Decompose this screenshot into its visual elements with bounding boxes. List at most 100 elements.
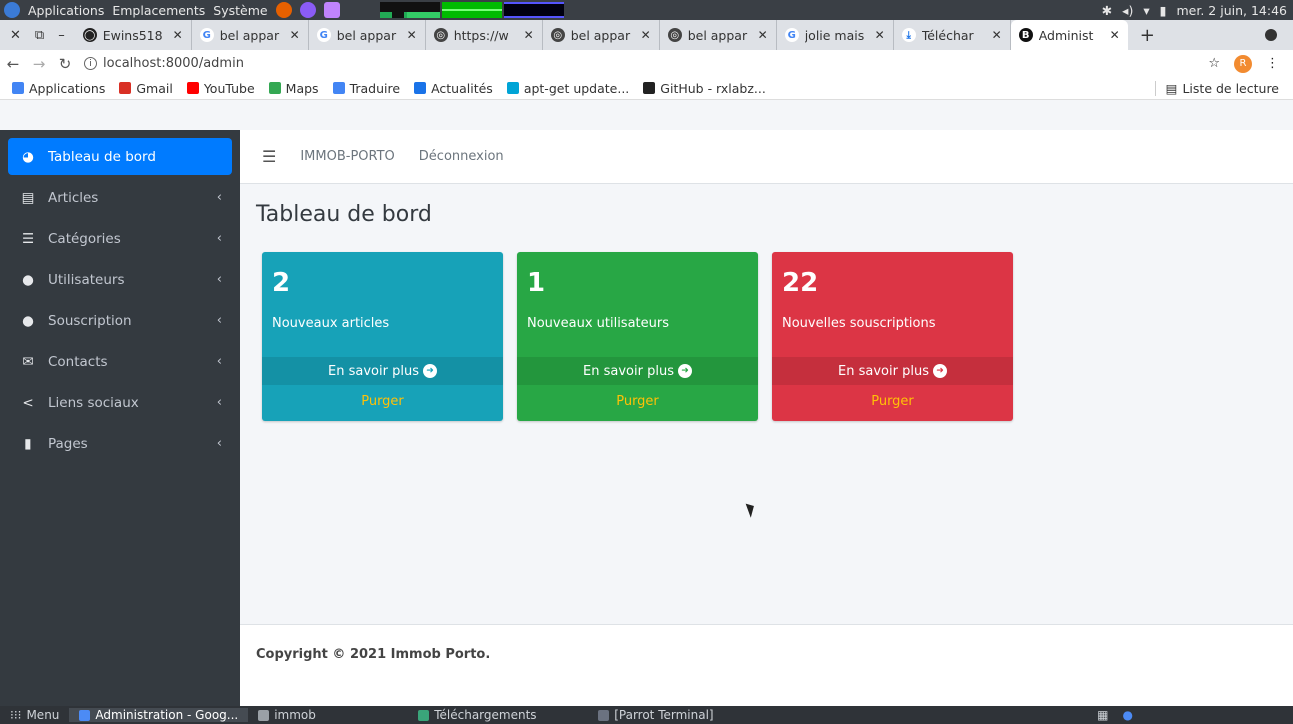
minimize-window-icon[interactable]: – <box>58 28 65 43</box>
volume-icon[interactable]: ◂) <box>1122 3 1133 18</box>
sidebar-item[interactable]: ● Souscription ‹ <box>8 302 232 339</box>
brand-link[interactable]: IMMOB-PORTO <box>300 149 394 164</box>
taskbar-window-label: [Parrot Terminal] <box>614 708 714 722</box>
reload-icon[interactable]: ↻ <box>52 55 78 73</box>
bookmark-item[interactable]: YouTube <box>186 81 255 96</box>
bookmark-item[interactable]: Gmail <box>119 80 173 96</box>
taskbar-window[interactable]: Administration - Goog... <box>69 708 249 722</box>
browser-menu-icon[interactable]: ⋮ <box>1266 56 1279 71</box>
tab-close-icon[interactable]: ✕ <box>407 28 417 42</box>
taskbar-window[interactable]: immob <box>248 708 408 722</box>
google-icon: G <box>316 28 331 42</box>
new-tab-button[interactable]: + <box>1128 25 1167 46</box>
terminal-launcher-icon[interactable] <box>299 2 316 18</box>
browser-tab[interactable]: ◎ bel appar ✕ <box>660 20 777 50</box>
browser-tab[interactable]: ◯ Ewins518 ✕ <box>75 20 192 50</box>
tab-search-icon[interactable] <box>1265 29 1277 41</box>
bookmark-label: Gmail <box>136 80 173 96</box>
tab-label: https://w <box>453 27 509 43</box>
parrot-logo-icon[interactable] <box>4 2 20 18</box>
tab-close-icon[interactable]: ✕ <box>875 28 885 42</box>
browser-tab[interactable]: Gjolie mais ✕ <box>777 20 894 50</box>
globe-icon: ◎ <box>433 28 448 42</box>
bookmark-item[interactable]: apt-get update... <box>506 81 629 96</box>
reading-list-button[interactable]: ▤ Liste de lecture <box>1154 80 1293 96</box>
stat-label: Nouvelles souscriptions <box>782 316 936 331</box>
more-info-link[interactable]: En savoir plus ➜ <box>517 357 758 385</box>
sidebar-item[interactable]: ☰ Catégories ‹ <box>8 220 232 257</box>
firefox-launcher-icon[interactable] <box>275 2 292 18</box>
bookmark-item[interactable]: Actualités <box>414 81 493 96</box>
more-info-link[interactable]: En savoir plus ➜ <box>772 357 1013 385</box>
more-info-link[interactable]: En savoir plus ➜ <box>262 357 503 385</box>
browser-tab[interactable]: Gbel appar ✕ <box>192 20 309 50</box>
keyboard-layout-icon[interactable]: ▦ <box>1097 708 1108 722</box>
tab-close-icon[interactable]: ✕ <box>992 28 1002 42</box>
network-graph <box>503 2 564 18</box>
text-editor-launcher-icon[interactable] <box>323 2 340 18</box>
bookmark-item[interactable]: Maps <box>268 81 319 96</box>
browser-tab[interactable]: ◎ https://w ✕ <box>426 20 543 50</box>
taskbar-window[interactable]: [Parrot Terminal] <box>588 708 768 722</box>
os-menu-applications[interactable]: Applications <box>28 3 104 18</box>
purge-link[interactable]: Purger <box>262 394 503 409</box>
forward-arrow-icon[interactable]: → <box>26 55 52 73</box>
tab-close-icon[interactable]: ✕ <box>173 28 183 42</box>
browser-tab[interactable]: B Administ ✕ <box>1010 20 1128 50</box>
start-menu-button[interactable]: ⁝⁝⁝ Menu <box>0 708 69 722</box>
taskbar-window[interactable]: Téléchargements <box>408 708 588 722</box>
tab-close-icon[interactable]: ✕ <box>290 28 300 42</box>
address-bar[interactable]: i localhost:8000/admin <box>84 56 244 71</box>
bookmark-item[interactable]: Traduire <box>332 81 400 96</box>
tab-close-icon[interactable]: ✕ <box>758 28 768 42</box>
sidebar-item[interactable]: ◕ Tableau de bord <box>8 138 232 175</box>
chevron-left-icon: ‹ <box>216 313 222 328</box>
bookmark-label: Applications <box>29 80 106 96</box>
restore-window-icon[interactable]: ⧉ <box>35 28 44 43</box>
site-info-icon[interactable]: i <box>84 57 97 70</box>
arrow-circle-right-icon: ➜ <box>677 364 692 378</box>
tab-close-icon[interactable]: ✕ <box>641 28 651 42</box>
bookmark-star-icon[interactable]: ☆ <box>1208 56 1220 71</box>
os-menu-emplacements[interactable]: Emplacements <box>112 3 205 18</box>
bluetooth-icon[interactable]: ✱ <box>1102 3 1112 18</box>
news-icon <box>414 82 427 94</box>
sidebar-item[interactable]: ▮ Pages ‹ <box>8 425 232 462</box>
profile-avatar[interactable]: R <box>1234 54 1252 73</box>
hamburger-menu-icon[interactable]: ☰ <box>262 147 276 166</box>
wifi-icon[interactable]: ▾ <box>1143 3 1149 18</box>
globe-icon: ◎ <box>667 28 682 42</box>
sidebar-item[interactable]: < Liens sociaux ‹ <box>8 384 232 421</box>
tab-close-icon[interactable]: ✕ <box>1110 28 1120 42</box>
bookmark-item[interactable]: Applications <box>12 81 105 96</box>
gmail-icon <box>119 82 132 94</box>
logout-link[interactable]: Déconnexion <box>419 149 504 164</box>
arrow-circle-right-icon: ➜ <box>932 364 947 378</box>
sidebar-item[interactable]: ▤ Articles ‹ <box>8 179 232 216</box>
bookmarks-bar: Applications Gmail YouTube Maps Traduire Actu… <box>0 77 1293 100</box>
purge-link[interactable]: Purger <box>772 394 1013 409</box>
stat-box: 1 Nouveaux utilisateurs En savoir plus ➜ Pur… <box>517 252 758 421</box>
browser-tab[interactable]: ◎ bel appar ✕ <box>543 20 660 50</box>
chrome-tray-icon[interactable]: ● <box>1123 708 1133 722</box>
sidebar-item-label: Souscription <box>48 312 132 329</box>
close-window-icon[interactable]: ✕ <box>10 28 21 43</box>
tab-label: Ewins518 <box>102 27 163 43</box>
clock[interactable]: mer. 2 juin, 14:46 <box>1177 3 1288 18</box>
browser-tab[interactable]: Gbel appar ✕ <box>309 20 426 50</box>
reading-list-icon: ▤ <box>1165 80 1178 96</box>
stat-number: 22 <box>782 268 819 298</box>
tab-close-icon[interactable]: ✕ <box>524 28 534 42</box>
reading-list-label: Liste de lecture <box>1182 80 1279 96</box>
sidebar-item[interactable]: ✉ Contacts ‹ <box>8 343 232 380</box>
sidebar-item[interactable]: ● Utilisateurs ‹ <box>8 261 232 298</box>
back-arrow-icon[interactable]: ← <box>0 55 26 73</box>
os-menu-systeme[interactable]: Système <box>213 3 267 18</box>
browser-tab[interactable]: ⤓ Téléchar ✕ <box>894 20 1011 50</box>
page-icon: ▮ <box>24 435 32 452</box>
list-icon: ☰ <box>21 230 35 247</box>
cpu-graph <box>379 2 440 18</box>
purge-link[interactable]: Purger <box>517 394 758 409</box>
battery-icon[interactable]: ▮ <box>1160 3 1167 18</box>
bookmark-item[interactable]: GitHub - rxlabz... <box>643 81 766 96</box>
